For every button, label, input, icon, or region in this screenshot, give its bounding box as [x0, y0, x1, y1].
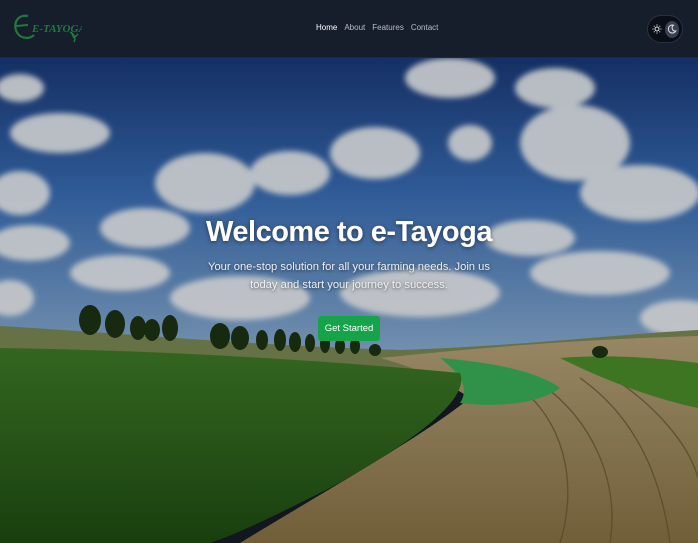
sun-icon[interactable]	[651, 22, 663, 36]
nav-link-contact[interactable]: Contact	[411, 23, 439, 32]
hero-section: Welcome to e-Tayoga Your one-stop soluti…	[0, 58, 698, 543]
hero-content: Welcome to e-Tayoga Your one-stop soluti…	[0, 216, 698, 341]
nav-links: Home About Features Contact	[316, 23, 438, 32]
navbar: E-TAYOGA Home About Features Contact	[0, 0, 698, 58]
hero-title: Welcome to e-Tayoga	[206, 216, 492, 248]
nav-link-features[interactable]: Features	[372, 23, 404, 32]
svg-text:E-TAYOGA: E-TAYOGA	[31, 23, 82, 35]
theme-toggle[interactable]	[647, 15, 683, 43]
logo[interactable]: E-TAYOGA	[10, 8, 82, 48]
moon-icon[interactable]	[664, 20, 679, 38]
logo-graphic: E-TAYOGA	[14, 14, 82, 43]
hero-subtitle: Your one-stop solution for all your farm…	[208, 261, 490, 291]
nav-link-home[interactable]: Home	[316, 23, 337, 32]
nav-link-about[interactable]: About	[344, 23, 365, 32]
get-started-button[interactable]: Get Started	[317, 316, 381, 341]
